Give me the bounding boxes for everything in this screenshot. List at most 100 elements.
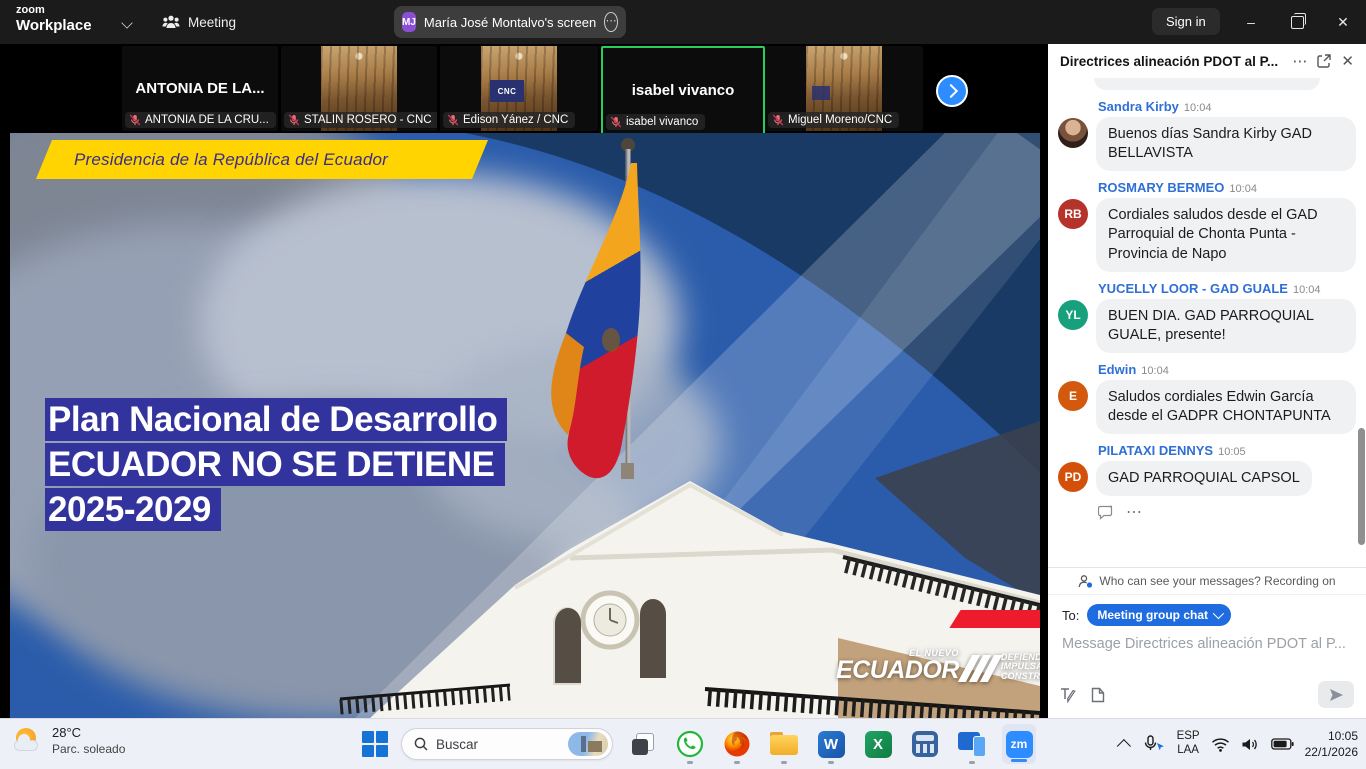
language-top: ESP — [1177, 730, 1200, 744]
participant-name-text: isabel vivanco — [626, 116, 698, 128]
restore-icon — [1291, 16, 1304, 29]
sender-name: YUCELLY LOOR - GAD GUALE — [1098, 281, 1288, 296]
restore-button[interactable] — [1274, 0, 1320, 44]
slide-red-accent — [949, 610, 1040, 628]
participant-name-text: Edison Yánez / CNC — [463, 114, 568, 126]
participant-tile-isabel-active[interactable]: isabel vivanco isabel vivanco — [601, 46, 765, 135]
minimize-button[interactable]: – — [1228, 0, 1274, 44]
taskbar-app-firefox[interactable] — [720, 722, 754, 766]
send-to-selector[interactable]: Meeting group chat — [1087, 604, 1231, 626]
search-icon — [414, 737, 428, 751]
attach-file-icon[interactable] — [1091, 687, 1105, 703]
participant-name-badge: Edison Yánez / CNC — [443, 112, 575, 128]
taskbar-app-excel[interactable]: X — [861, 722, 895, 766]
more-actions-icon[interactable]: ⋯ — [1126, 502, 1142, 522]
tab-meeting[interactable]: Meeting — [162, 0, 236, 44]
who-can-see-icon — [1078, 575, 1093, 588]
running-indicator — [687, 761, 693, 764]
mic-muted-icon — [772, 114, 784, 126]
participant-tile-stalin[interactable]: STALIN ROSERO - CNC — [281, 46, 437, 131]
send-to-row: To: Meeting group chat — [1048, 595, 1366, 626]
calculator-icon — [912, 731, 938, 757]
send-button[interactable] — [1318, 681, 1354, 708]
chat-header: Directrices alineación PDOT al P... ⋯ ✕ — [1048, 44, 1366, 78]
format-text-icon[interactable] — [1060, 687, 1077, 703]
cnc-sign: CNC — [490, 80, 524, 102]
send-to-value: Meeting group chat — [1097, 608, 1208, 622]
microphone-tray-icon[interactable] — [1142, 735, 1166, 753]
language-indicator[interactable]: ESP LAA — [1177, 730, 1200, 758]
language-bottom: LAA — [1177, 744, 1200, 758]
battery-icon[interactable] — [1271, 738, 1294, 750]
search-box[interactable]: Buscar — [401, 728, 613, 760]
tray-chevron-up-icon[interactable] — [1116, 739, 1130, 753]
chat-message-input[interactable]: Message Directrices alineación PDOT al P… — [1048, 626, 1366, 652]
reply-in-thread-icon[interactable] — [1098, 505, 1114, 520]
chat-close-icon[interactable]: ✕ — [1341, 54, 1354, 69]
volume-icon[interactable] — [1241, 737, 1260, 752]
taskbar-app-zoom-active[interactable]: zm — [1002, 724, 1036, 764]
message-bubble: Buenos días Sandra Kirby GAD BELLAVISTA — [1096, 117, 1356, 171]
logo-bars-icon — [965, 655, 995, 682]
chevron-down-icon[interactable] — [121, 17, 132, 28]
mic-muted-icon — [610, 116, 622, 128]
weather-widget[interactable]: 28°C Parc. soleado — [12, 725, 125, 757]
chat-scrollbar[interactable] — [1358, 428, 1365, 545]
system-tray: ESP LAA 10:05 22/1/2026 — [1121, 719, 1358, 769]
wifi-icon[interactable] — [1211, 737, 1230, 752]
el-nuevo-ecuador-logo: EL NUEVO ECUADOR DEFIENDE IMPULSA CONSTR… — [836, 649, 1040, 683]
meeting-work-area: ANTONIA DE LA... ANTONIA DE LA CRU... ST… — [0, 44, 1048, 718]
message-time: 10:04 — [1184, 102, 1212, 114]
chat-messages: Sandra Kirby 10:04 Buenos días Sandra Kir… — [1048, 78, 1366, 568]
chevron-down-icon — [1213, 608, 1224, 619]
more-options-icon[interactable]: ⋯ — [604, 12, 618, 32]
taskbar-app-phone-link[interactable] — [955, 722, 989, 766]
participant-name-badge: STALIN ROSERO - CNC — [284, 112, 437, 128]
avatar: PD — [1058, 462, 1088, 492]
mic-muted-icon — [129, 114, 141, 126]
excel-icon: X — [865, 731, 892, 758]
partial-message-bubble — [1094, 78, 1320, 90]
people-icon — [162, 15, 180, 29]
participant-name-badge: isabel vivanco — [606, 114, 705, 130]
slide-title: Plan Nacional de Desarrollo ECUADOR NO S… — [45, 398, 507, 533]
task-view-button[interactable] — [626, 722, 660, 766]
participant-tile-miguel[interactable]: Miguel Moreno/CNC — [765, 46, 923, 131]
chat-more-icon[interactable]: ⋯ — [1292, 54, 1307, 69]
message-time: 10:05 — [1218, 446, 1246, 458]
chat-message: E Edwin10:04 Saludos cordiales Edwin Gar… — [1056, 362, 1356, 434]
chevron-right-icon — [943, 84, 957, 98]
start-button[interactable] — [362, 731, 388, 757]
word-icon: W — [818, 731, 845, 758]
tray-date: 22/1/2026 — [1305, 744, 1358, 760]
zoom-workplace-logo: zoom Workplace — [16, 5, 92, 33]
taskbar-app-calculator[interactable] — [908, 722, 942, 766]
logo-line-workplace: Workplace — [16, 18, 92, 33]
taskbar-app-file-explorer[interactable] — [767, 722, 801, 766]
pop-out-icon[interactable] — [1317, 54, 1331, 68]
participant-tile-antonia[interactable]: ANTONIA DE LA... ANTONIA DE LA CRU... — [122, 46, 278, 131]
running-indicator — [828, 761, 834, 764]
sender-name: Sandra Kirby — [1098, 99, 1179, 114]
shared-screen-label: María José Montalvo's screen — [424, 15, 596, 30]
taskbar-app-whatsapp[interactable] — [673, 722, 707, 766]
close-button[interactable]: ✕ — [1320, 0, 1366, 44]
sign-in-button[interactable]: Sign in — [1152, 8, 1220, 35]
message-bubble: BUEN DIA. GAD PARROQUIAL GUALE, presente… — [1096, 299, 1356, 353]
avatar: MJ — [402, 12, 416, 32]
participant-tile-edison[interactable]: CNC Edison Yánez / CNC — [440, 46, 598, 131]
tab-shared-screen[interactable]: MJ María José Montalvo's screen ⋯ — [394, 6, 626, 38]
chat-message: PD PILATAXI DENNYS10:05 GAD PARROQUIAL C… — [1056, 443, 1356, 496]
firefox-icon — [723, 730, 751, 758]
message-bubble: Saludos cordiales Edwin García desde el … — [1096, 380, 1356, 434]
avatar: E — [1058, 381, 1088, 411]
participant-name-text: STALIN ROSERO - CNC — [304, 114, 432, 126]
search-highlight-image[interactable] — [568, 732, 608, 756]
participant-name-text: Miguel Moreno/CNC — [788, 114, 892, 126]
slide-title-line2: ECUADOR NO SE DETIENE — [45, 443, 505, 486]
message-bubble: GAD PARROQUIAL CAPSOL — [1096, 461, 1312, 496]
taskbar-app-word[interactable]: W — [814, 722, 848, 766]
next-participants-button[interactable] — [936, 75, 968, 107]
tray-clock[interactable]: 10:05 22/1/2026 — [1305, 728, 1358, 760]
chat-message: RB ROSMARY BERMEO10:04 Cordiales saludos… — [1056, 180, 1356, 271]
